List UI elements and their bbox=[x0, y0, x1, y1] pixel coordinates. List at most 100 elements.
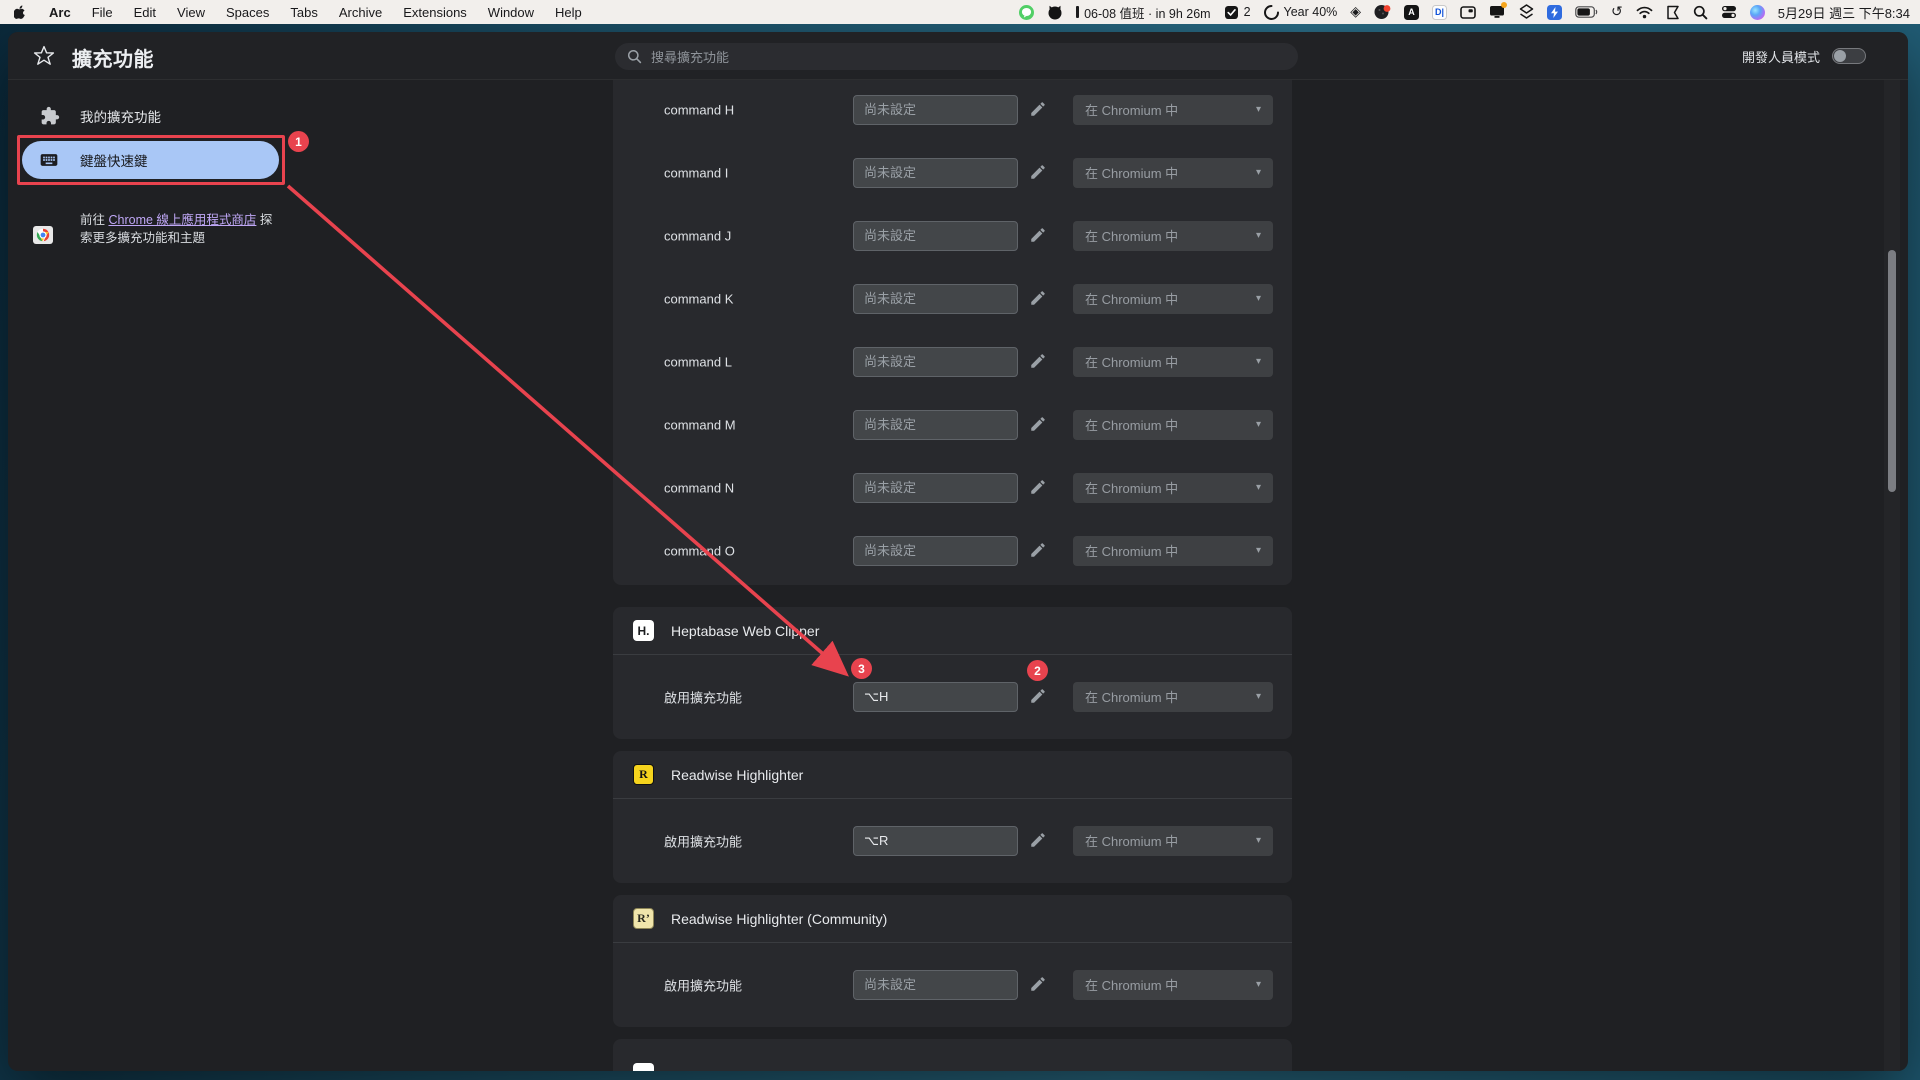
shortcut-input[interactable]: ⌥H bbox=[853, 681, 1018, 712]
scope-dropdown[interactable]: 在 Chromium 中 ▾ bbox=[1073, 346, 1273, 377]
wifi-icon[interactable] bbox=[1636, 4, 1653, 20]
chevron-down-icon: ▾ bbox=[1255, 356, 1261, 367]
scope-dropdown[interactable]: 在 Chromium 中 ▾ bbox=[1073, 94, 1273, 125]
bar-icon bbox=[1076, 6, 1080, 18]
shortcut-input[interactable]: 尚未設定 bbox=[853, 283, 1018, 314]
shortcut-input[interactable]: 尚未設定 bbox=[853, 94, 1018, 125]
menu-arc[interactable]: Arc bbox=[49, 5, 71, 20]
tasks-count: 2 bbox=[1243, 5, 1251, 19]
shortcut-command-label: command J bbox=[664, 228, 732, 243]
sidebar-item-my-extensions[interactable]: 我的擴充功能 bbox=[18, 96, 268, 136]
tasks-status[interactable]: 2 bbox=[1224, 5, 1251, 20]
shortcut-row: command J 尚未設定 在 Chromium 中 ▾ bbox=[613, 204, 1292, 267]
shortcut-input[interactable]: 尚未設定 bbox=[853, 220, 1018, 251]
sidebar-my-extensions-label: 我的擴充功能 bbox=[80, 110, 161, 125]
edit-shortcut-button[interactable] bbox=[1029, 478, 1049, 498]
shortcut-input[interactable]: ⌥R bbox=[853, 825, 1018, 856]
year-progress-text: Year 40% bbox=[1283, 5, 1338, 19]
menu-extensions[interactable]: Extensions bbox=[403, 5, 467, 20]
chevron-down-icon: ▾ bbox=[1255, 835, 1261, 846]
deepl-icon[interactable]: D| bbox=[1432, 4, 1448, 20]
display-status-icon[interactable] bbox=[1489, 2, 1508, 20]
scope-dropdown[interactable]: 在 Chromium 中 ▾ bbox=[1073, 969, 1273, 1000]
battery-icon[interactable] bbox=[1575, 4, 1598, 20]
shift-status[interactable]: 06-08 值班 · in 9h 26m bbox=[1076, 3, 1211, 22]
menu-tabs[interactable]: Tabs bbox=[290, 5, 317, 20]
scope-dropdown[interactable]: 在 Chromium 中 ▾ bbox=[1073, 472, 1273, 503]
annotation-badge-1: 1 bbox=[288, 131, 309, 152]
scope-value: 在 Chromium 中 bbox=[1085, 481, 1179, 496]
edit-shortcut-button[interactable] bbox=[1029, 415, 1049, 435]
time-machine-icon[interactable]: ↺ bbox=[1611, 4, 1623, 20]
commands-card: command H 尚未設定在 Chromium 中 ▾ command I 尚未設定在… bbox=[613, 80, 1292, 585]
siri-icon[interactable] bbox=[1749, 4, 1765, 20]
sidebar-item-keyboard-shortcuts[interactable]: 鍵盤快速鍵 bbox=[22, 141, 279, 179]
shortcut-row: command K 尚未設定 在 Chromium 中 ▾ bbox=[613, 267, 1292, 330]
shortcut-command-label: command H bbox=[664, 102, 735, 117]
scope-value: 在 Chromium 中 bbox=[1085, 103, 1179, 118]
edit-shortcut-button[interactable] bbox=[1029, 289, 1049, 309]
scope-dropdown[interactable]: 在 Chromium 中 ▾ bbox=[1073, 681, 1273, 712]
extension-icon: H. bbox=[633, 620, 654, 641]
extension-card: H. Heptabase Web Clipper 啟用擴充功能 ⌥H 在 Chromiu… bbox=[613, 607, 1292, 739]
spotlight-icon[interactable] bbox=[1693, 4, 1708, 20]
menu-view[interactable]: View bbox=[177, 5, 205, 20]
shortcut-row: command I 尚未設定 在 Chromium 中 ▾ bbox=[613, 141, 1292, 204]
window-manager-icon[interactable] bbox=[1460, 4, 1476, 20]
scope-dropdown[interactable]: 在 Chromium 中 ▾ bbox=[1073, 220, 1273, 251]
cat-app-icon[interactable] bbox=[1047, 4, 1063, 20]
menu-archive[interactable]: Archive bbox=[339, 5, 382, 20]
shortcut-input[interactable]: 尚未設定 bbox=[853, 535, 1018, 566]
edit-shortcut-button[interactable] bbox=[1029, 975, 1049, 995]
scrollbar-thumb[interactable] bbox=[1888, 250, 1896, 492]
keyboard-maestro-icon[interactable]: ◈ bbox=[1350, 4, 1361, 20]
search-input[interactable]: 搜尋擴充功能 bbox=[615, 43, 1298, 70]
edit-shortcut-button[interactable] bbox=[1029, 352, 1049, 372]
control-center-icon[interactable] bbox=[1721, 4, 1737, 20]
macos-menu-bar: Arc File Edit View Spaces Tabs Archive Extensio… bbox=[0, 0, 1920, 24]
extensions-logo-icon bbox=[32, 44, 56, 68]
shortcut-input[interactable]: 尚未設定 bbox=[853, 409, 1018, 440]
dev-mode-toggle[interactable] bbox=[1832, 48, 1866, 64]
shortcut-app-icon[interactable] bbox=[1547, 4, 1563, 20]
scope-value: 在 Chromium 中 bbox=[1085, 166, 1179, 181]
menu-left: Arc File Edit View Spaces Tabs Archive Extensio… bbox=[14, 4, 582, 20]
shortcut-command-label: command I bbox=[664, 165, 729, 180]
scope-value: 在 Chromium 中 bbox=[1085, 978, 1179, 993]
year-progress-status[interactable]: Year 40% bbox=[1263, 4, 1338, 20]
menu-clock[interactable]: 5月29日 週三 下午8:34 bbox=[1778, 3, 1910, 22]
scope-dropdown[interactable]: 在 Chromium 中 ▾ bbox=[1073, 825, 1273, 856]
edit-shortcut-button[interactable] bbox=[1029, 226, 1049, 246]
scrollbar-track[interactable] bbox=[1884, 80, 1900, 1071]
extension-card-body: 啟用擴充功能 ⌥H 在 Chromium 中 ▾ bbox=[613, 655, 1292, 738]
shortcut-input[interactable]: 尚未設定 bbox=[853, 346, 1018, 377]
edit-shortcut-button[interactable] bbox=[1029, 687, 1049, 707]
line-app-icon[interactable] bbox=[1019, 4, 1035, 20]
scope-dropdown[interactable]: 在 Chromium 中 ▾ bbox=[1073, 283, 1273, 314]
shortcut-command-label: 啟用擴充功能 bbox=[664, 834, 743, 849]
capture-tool-icon[interactable] bbox=[1666, 4, 1680, 20]
cookie-notification-icon[interactable] bbox=[1374, 4, 1391, 20]
edit-shortcut-button[interactable] bbox=[1029, 163, 1049, 183]
shortcut-input[interactable]: 尚未設定 bbox=[853, 157, 1018, 188]
menu-window[interactable]: Window bbox=[488, 5, 534, 20]
edit-shortcut-button[interactable] bbox=[1029, 100, 1049, 120]
chrome-web-store-link[interactable]: Chrome 線上應用程式商店 bbox=[108, 213, 256, 227]
shortcut-input[interactable]: 尚未設定 bbox=[853, 969, 1018, 1000]
a-app-icon[interactable]: A bbox=[1404, 4, 1420, 20]
chevron-down-icon: ▾ bbox=[1255, 230, 1261, 241]
extensions-window: 擴充功能 搜尋擴充功能 開發人員模式 我的擴充功能 鍵盤快速鍵 前往 Chrom… bbox=[8, 32, 1908, 1071]
scope-dropdown[interactable]: 在 Chromium 中 ▾ bbox=[1073, 409, 1273, 440]
menu-edit[interactable]: Edit bbox=[134, 5, 156, 20]
shortcut-input[interactable]: 尚未設定 bbox=[853, 472, 1018, 503]
extension-name: Readwise Highlighter (Community) bbox=[671, 910, 888, 927]
stacks-icon[interactable] bbox=[1519, 4, 1534, 20]
menu-help[interactable]: Help bbox=[555, 5, 582, 20]
scope-dropdown[interactable]: 在 Chromium 中 ▾ bbox=[1073, 157, 1273, 188]
scope-dropdown[interactable]: 在 Chromium 中 ▾ bbox=[1073, 535, 1273, 566]
edit-shortcut-button[interactable] bbox=[1029, 541, 1049, 561]
menu-file[interactable]: File bbox=[92, 5, 113, 20]
apple-menu-icon[interactable] bbox=[14, 4, 28, 20]
edit-shortcut-button[interactable] bbox=[1029, 831, 1049, 851]
menu-spaces[interactable]: Spaces bbox=[226, 5, 269, 20]
